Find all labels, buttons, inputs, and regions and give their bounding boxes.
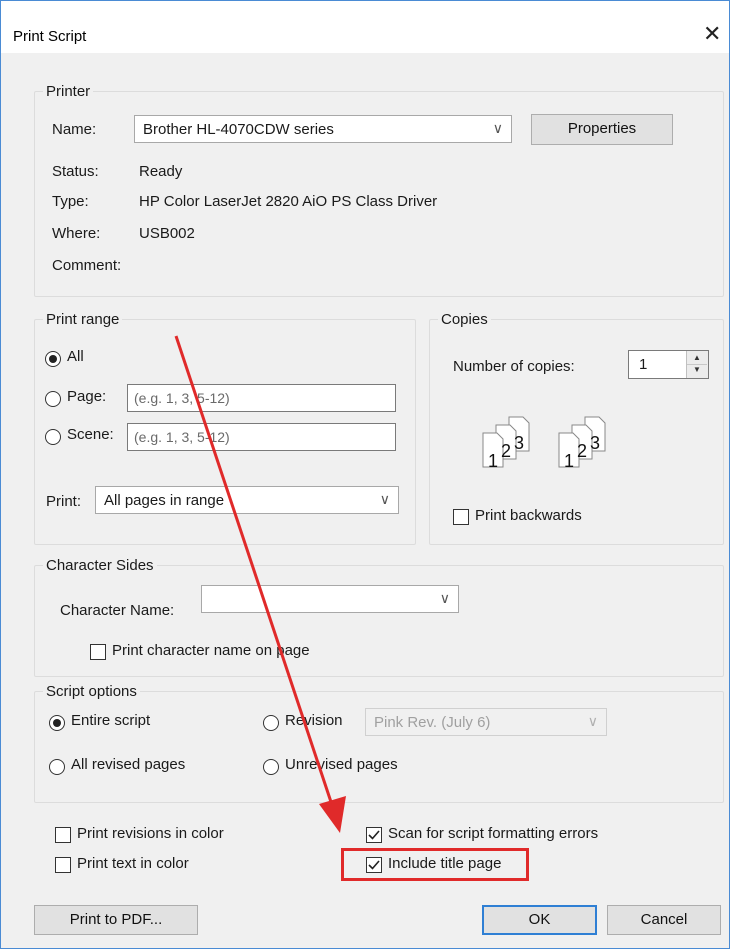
annotation-highlight-box: [341, 848, 529, 881]
annotation-arrow: [174, 335, 346, 833]
